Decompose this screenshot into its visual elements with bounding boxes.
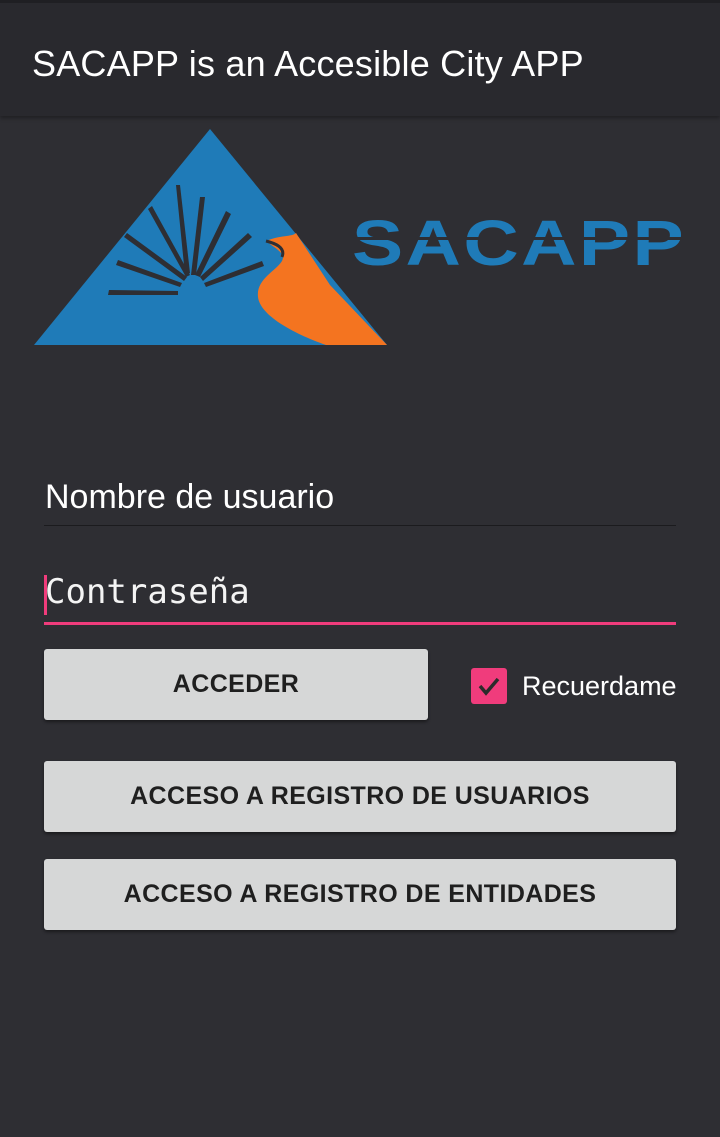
username-value: Nombre de usuario	[45, 478, 335, 516]
remember-me-toggle[interactable]: Recuerdame	[471, 668, 677, 704]
app-title: SACAPP is an Accesible City APP	[32, 43, 584, 84]
sacapp-logo: SACAPP	[34, 129, 686, 345]
register-users-button[interactable]: ACCESO A REGISTRO DE USUARIOS	[44, 761, 676, 832]
logo-wordmark: SACAPP	[352, 207, 686, 279]
username-field[interactable]: Nombre de usuario	[44, 468, 676, 526]
app-bar: SACAPP is an Accesible City APP	[0, 0, 720, 116]
login-button[interactable]: ACCEDER	[44, 649, 428, 720]
register-entities-button[interactable]: ACCESO A REGISTRO DE ENTIDADES	[44, 859, 676, 930]
remember-label: Recuerdame	[522, 670, 677, 701]
checkmark-icon	[478, 677, 500, 696]
logo-stencil-gaps	[352, 237, 686, 240]
remember-checkbox[interactable]	[471, 668, 507, 704]
password-placeholder: Contraseña	[45, 572, 250, 612]
password-field[interactable]: Contraseña	[44, 562, 676, 625]
